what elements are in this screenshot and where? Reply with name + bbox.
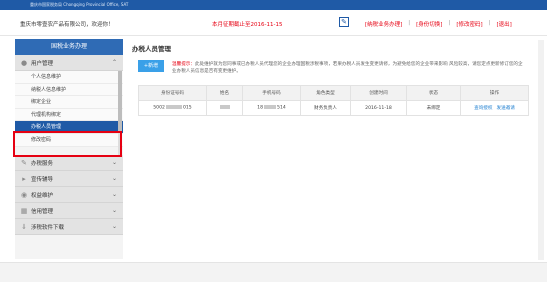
group-label: 信用管理 [31,209,54,215]
cell-status: 未绑定 [406,100,461,116]
group-label: 办税服务 [31,161,54,167]
cell-name [206,100,243,116]
col-status: 状态 [406,85,461,101]
page-title: 办税人员管理 [132,45,171,53]
download-icon: ⇓ [21,223,27,231]
chevron-down-icon: ⌄ [111,175,117,182]
header-links: [纳税业务办理] | [身份切换] | [修改密码] | [退出] [365,20,512,28]
hint-body: 此处维护就为您同事或已办税人员代理您的企业办理国税涉税事项，若果办税人员发生变更… [172,62,523,74]
welcome-text: 重庆市零壹农产品有限公司，欢迎你！ [20,22,114,28]
separator: | [488,20,491,26]
credit-icon: ▦ [20,207,28,215]
pen-icon: ✎ [21,159,27,167]
link-tax-business[interactable]: [纳税业务办理] [365,20,402,28]
footer [0,262,547,282]
edit-icon[interactable]: ✎ [339,17,349,27]
cell-role: 财务负责人 [300,100,351,116]
banner-text: 重庆市国家税务局 Chongqing Provincial Office, SA… [30,2,129,7]
phone-suffix: 514 [277,105,286,111]
redacted-block [219,105,230,110]
cell-created: 2016-11-18 [350,100,407,116]
sidebar-group-user-management[interactable]: ● 用户管理 ⌃ [15,55,123,71]
sidebar-item-bind-company[interactable]: 绑定企业 [15,96,123,109]
col-role: 角色类型 [300,85,351,101]
group-label: 权益维护 [31,193,54,199]
sidebar-group-publicity[interactable]: ▸ 宣传辅导 ⌄ [15,171,123,187]
deadline-notice: 本月征期截止至2016-11-15 [212,22,283,28]
top-banner: 重庆市国家税务局 Chongqing Provincial Office, SA… [0,0,547,10]
scrollbar-thumb[interactable] [118,71,122,131]
separator: | [408,20,411,26]
cell-id-number: 5002 015 [138,100,207,116]
link-logout[interactable]: [退出] [496,20,511,28]
add-button[interactable]: +新增 [138,60,164,72]
table-row: 5002 015 18 514 财务负责人 2016-11-18 未绑定 查询授权发… [138,100,529,116]
table-header-row: 身份证号码 姓名 手机号码 角色类型 创建时间 状态 操作 [138,85,529,101]
header-bar: 重庆市零壹农产品有限公司，欢迎你！ 本月征期截止至2016-11-15 ✎ [纳… [0,10,547,36]
hint-label: 温馨提示： [172,62,195,67]
sidebar-group-software-download[interactable]: ⇓ 涉税软件下载 ⌄ [15,219,123,235]
redacted-block [165,105,182,110]
id-suffix: 015 [182,105,192,111]
sidebar-group-credit[interactable]: ▦ 信用管理 ⌄ [15,203,123,219]
link-change-password[interactable]: [修改密码] [456,20,482,28]
cell-actions: 查询授权 发送邀请 [460,100,529,116]
query-auth-link[interactable]: 查询授权 [474,106,492,111]
megaphone-icon: ▸ [22,175,26,183]
col-id-number: 身份证号码 [138,85,207,101]
col-actions: 操作 [460,85,529,101]
user-icon: ● [20,59,28,67]
group-label: 宣传辅导 [31,177,54,183]
sidebar-item-personal-info[interactable]: 个人信息维护 [15,71,123,84]
chevron-down-icon: ⌄ [111,207,117,214]
shield-icon: ◉ [20,191,28,199]
highlight-box [13,131,122,157]
cell-phone: 18 514 [242,100,301,116]
redacted-block [264,105,277,110]
sidebar-group-tax-service[interactable]: ✎ 办税服务 ⌄ [15,155,123,171]
chevron-down-icon: ⌄ [111,159,117,166]
col-name: 姓名 [206,85,243,101]
phone-prefix: 18 [257,105,264,111]
id-prefix: 5002 [153,105,165,111]
staff-table: 身份证号码 姓名 手机号码 角色类型 创建时间 状态 操作 5002 015 18… [138,85,529,116]
separator: | [448,20,451,26]
col-phone: 手机号码 [242,85,301,101]
chevron-up-icon: ⌃ [111,59,117,66]
page-scrollbar[interactable] [538,40,544,260]
col-created: 创建时间 [350,85,407,101]
sidebar-item-agency-binding[interactable]: 代理机构绑定 [15,108,123,122]
sidebar-title: 国税业务办理 [15,39,123,55]
link-switch-identity[interactable]: [身份切换] [416,20,442,28]
sidebar-group-rights[interactable]: ◉ 权益维护 ⌄ [15,187,123,203]
chevron-down-icon: ⌄ [111,223,117,230]
chevron-down-icon: ⌄ [111,191,117,198]
group-label: 用户管理 [31,61,54,67]
send-invite-link[interactable]: 发送邀请 [497,106,515,111]
main-content: 办税人员管理 +新增 温馨提示：此处维护就为您同事或已办税人员代理您的企业办理国… [132,39,534,259]
sidebar-item-taxpayer-info[interactable]: 纳税人信息维护 [15,83,123,97]
group-label: 涉税软件下载 [31,225,65,231]
hint-text: 温馨提示：此处维护就为您同事或已办税人员代理您的企业办理国税涉税事项，若果办税人… [172,61,524,75]
